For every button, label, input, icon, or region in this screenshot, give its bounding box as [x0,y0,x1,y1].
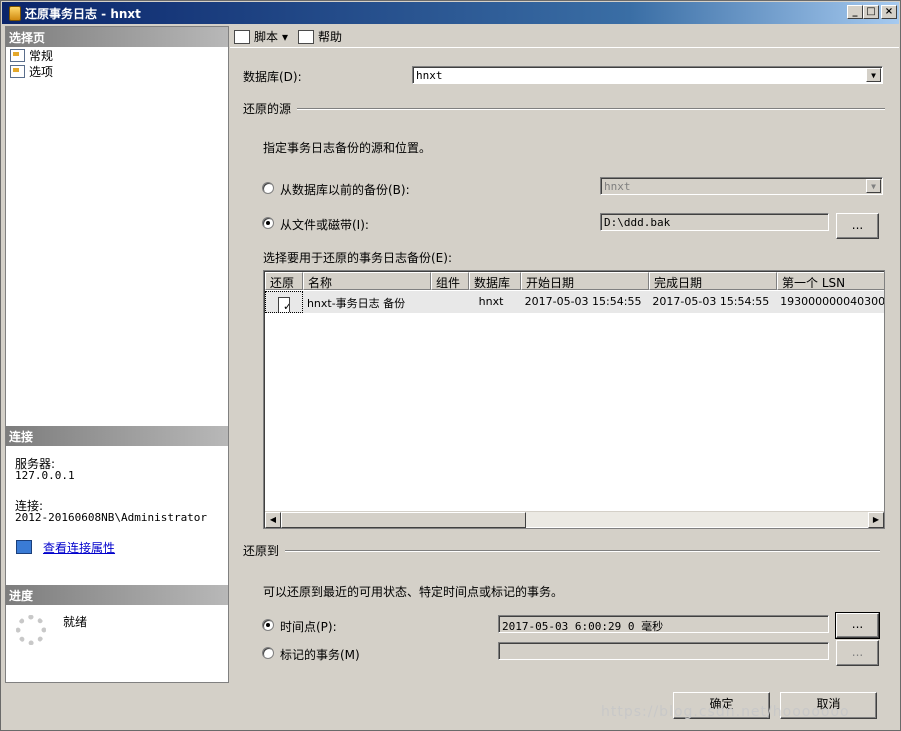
nav-item-label: 常规 [29,48,54,63]
page-icon [10,48,25,62]
horizontal-scrollbar[interactable]: ◀ ▶ [265,511,884,528]
start-date-cell: 2017-05-03 15:54:55 [524,295,642,308]
point-in-time-label: 时间点(P): [280,620,337,634]
from-file-value: D:\ddd.bak [604,216,671,229]
point-in-time-radio[interactable] [262,619,274,631]
nav-item-options[interactable]: 选项 [10,63,53,79]
view-connection-properties-link[interactable]: 查看连接属性 [43,539,115,556]
marked-transaction-label: 标记的事务(M) [280,648,360,662]
page-icon [10,64,25,78]
chevron-down-icon[interactable]: ▼ [866,68,881,82]
col-start-date[interactable]: 开始日期 [521,272,649,290]
marked-transaction-radio[interactable] [262,647,274,659]
table-row[interactable]: ✓ hnxt-事务日志 备份 hnxt 2017-05-03 15:54:55 … [265,291,884,313]
first-lsn-cell: 19300000004030022 [780,295,884,308]
col-first-lsn[interactable]: 第一个 LSN [777,272,884,290]
point-in-time-value: 2017-05-03 6:00:29 0 毫秒 [502,620,664,633]
chevron-down-icon[interactable]: ▼ [866,179,881,193]
server-value: 127.0.0.1 [15,469,75,482]
point-in-time-field[interactable]: 2017-05-03 6:00:29 0 毫秒 [498,615,829,633]
marked-transaction-browse-button[interactable]: ... [836,640,879,666]
from-database-label: 从数据库以前的备份(B): [280,183,410,197]
point-in-time-browse-button[interactable]: ... [835,612,880,639]
progress-status: 就绪 [63,615,88,629]
scroll-right-icon[interactable]: ▶ [868,512,884,528]
database-select[interactable]: hnxt ▼ [412,66,883,84]
col-finish-date[interactable]: 完成日期 [649,272,777,290]
help-button[interactable]: 帮助 [318,28,342,45]
restore-cell[interactable]: ✓ [265,291,303,313]
restore-to-group: 还原到 [243,542,880,559]
database-cell: hnxt [478,295,504,308]
from-file-label: 从文件或磁带(I): [280,218,369,232]
database-icon [9,5,21,21]
from-file-radio[interactable] [262,217,274,229]
from-database-radio[interactable] [262,182,274,194]
component-cell [431,291,469,313]
title-bar: 还原事务日志 - hnxt _ □ × [2,2,899,24]
database-label: 数据库(D): [243,70,302,84]
minimize-button[interactable]: _ [847,5,863,19]
scroll-thumb[interactable] [281,512,526,528]
watermark: https://blog.csdn.net/hooooooo [601,704,850,720]
database-select-value: hnxt [416,69,443,82]
left-panel: 选择页 常规 选项 连接 服务器: 127.0.0.1 连接: 2012-201… [5,26,229,683]
source-group: 还原的源 [243,100,885,117]
nav-item-label: 选项 [29,64,54,79]
connection-value: 2012-20160608NB\Administrator [15,511,208,524]
from-database-select[interactable]: hnxt ▼ [600,177,883,195]
col-restore[interactable]: 还原 [265,272,303,290]
col-component[interactable]: 组件 [431,272,469,290]
source-group-title: 还原的源 [243,102,292,116]
close-button[interactable]: × [881,5,897,19]
restore-to-description: 可以还原到最近的可用状态、特定时间点或标记的事务。 [263,585,564,599]
col-name[interactable]: 名称 [303,272,431,290]
finish-date-cell: 2017-05-03 15:54:55 [652,295,770,308]
divider [297,107,885,110]
source-description: 指定事务日志备份的源和位置。 [263,141,432,155]
nav-item-general[interactable]: 常规 [10,47,53,63]
progress-header: 进度 [6,585,228,605]
script-dropdown-icon[interactable]: ▾ [282,30,288,44]
from-file-field[interactable]: D:\ddd.bak [600,213,829,231]
script-icon [234,29,250,44]
maximize-button[interactable]: □ [863,5,879,19]
col-database[interactable]: 数据库 [469,272,521,290]
name-cell: hnxt-事务日志 备份 [306,297,406,310]
toolbar: 脚本 ▾ 帮助 [230,26,899,48]
restore-to-group-title: 还原到 [243,544,280,558]
help-icon [298,29,315,44]
connection-header: 连接 [6,426,228,446]
backup-grid[interactable]: 还原 名称 组件 数据库 开始日期 完成日期 第一个 LSN ✓ hnxt-事务… [263,270,885,529]
select-page-header: 选择页 [6,27,228,47]
restore-checkbox[interactable]: ✓ [277,297,290,312]
from-database-value: hnxt [604,180,631,193]
select-backup-label: 选择要用于还原的事务日志备份(E): [263,251,452,265]
browse-file-button[interactable]: ... [836,213,879,239]
progress-spinner-icon [16,615,46,645]
main-panel: 脚本 ▾ 帮助 数据库(D): hnxt ▼ 还原的源 指定事务日志备份的源和位… [230,26,899,683]
marked-transaction-field[interactable] [498,642,829,660]
script-button[interactable]: 脚本 [254,28,278,45]
connection-properties-icon [16,540,32,554]
grid-header: 还原 名称 组件 数据库 开始日期 完成日期 第一个 LSN [265,272,884,290]
dialog-window: 还原事务日志 - hnxt _ □ × 选择页 常规 选项 连接 服务器: 12… [0,0,901,731]
scroll-left-icon[interactable]: ◀ [265,512,281,528]
window-title: 还原事务日志 - hnxt [25,6,141,21]
divider [285,549,880,552]
